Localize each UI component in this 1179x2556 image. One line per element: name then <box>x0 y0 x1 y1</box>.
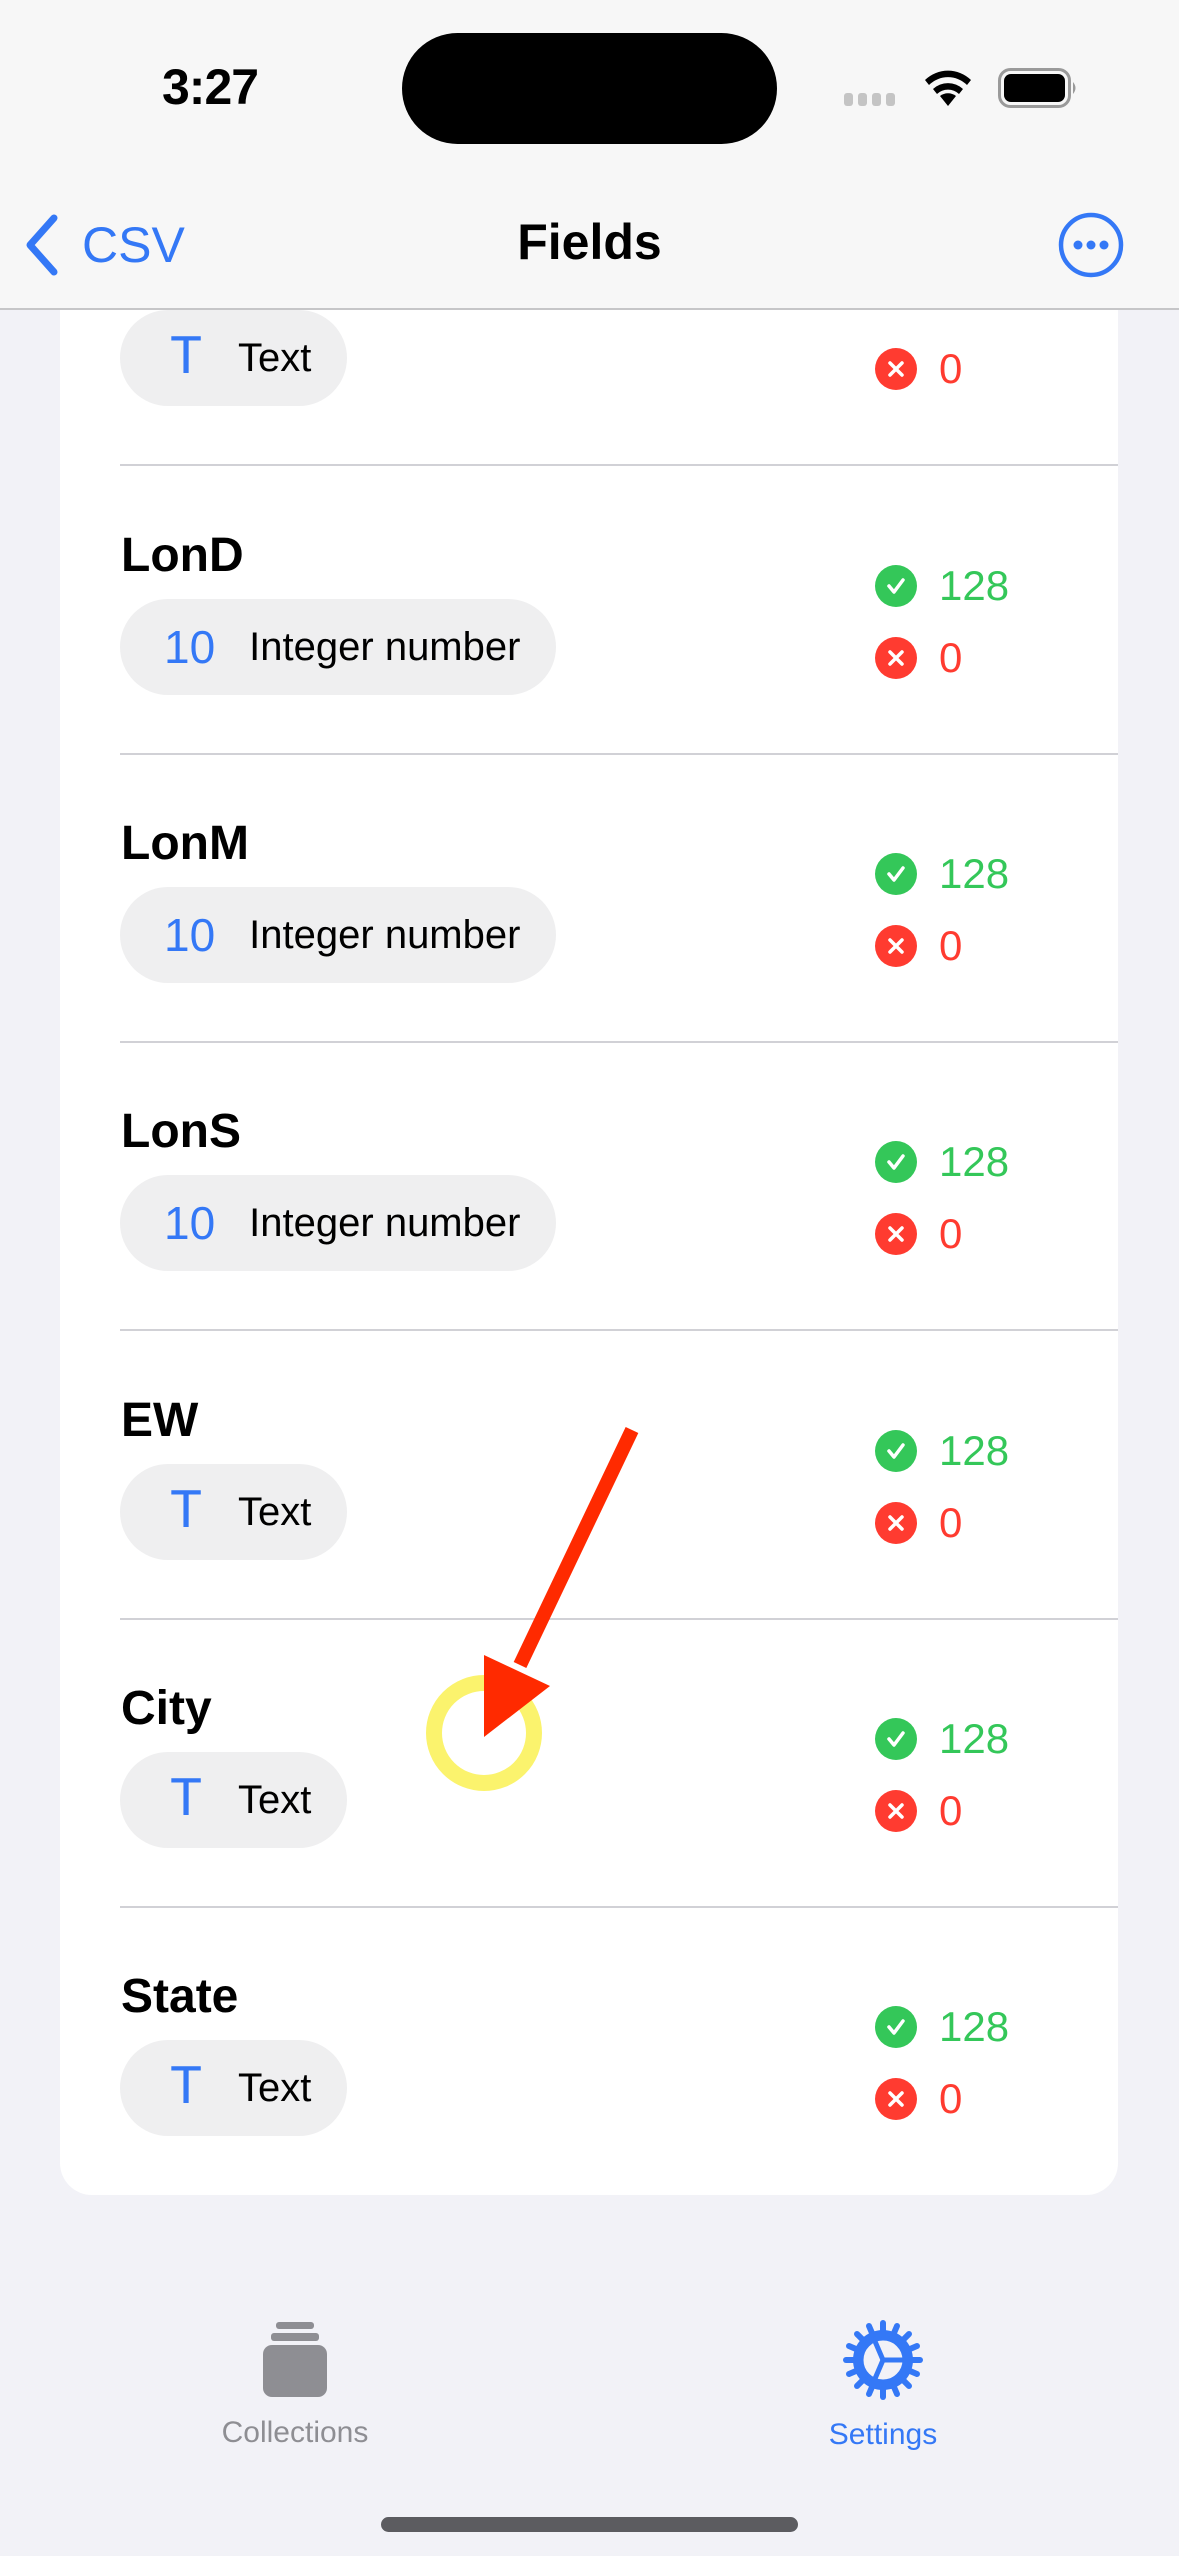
checkmark-circle-icon <box>875 1141 917 1183</box>
status-time: 3:27 <box>162 59 259 115</box>
valid-count: 128 <box>875 550 1009 622</box>
tab-settings[interactable]: Settings <box>753 2320 1013 2452</box>
field-type-pill[interactable]: 10 Integer number <box>120 887 557 983</box>
field-type-pill[interactable]: T Text <box>120 310 348 406</box>
row-divider <box>120 1329 1118 1331</box>
top-bar: 3:27 CSV Fields <box>0 0 1179 310</box>
field-stats: 128 0 <box>875 838 1009 982</box>
x-circle-icon <box>875 1502 917 1544</box>
valid-count: 128 <box>875 1991 1009 2063</box>
field-row[interactable]: LonM 10 Integer number 128 0 <box>60 755 1118 1043</box>
battery-icon <box>998 68 1076 108</box>
field-stats: 0 <box>875 333 962 405</box>
invalid-count: 0 <box>875 910 1009 982</box>
field-stats: 128 0 <box>875 1703 1009 1847</box>
invalid-count: 0 <box>875 1487 1009 1559</box>
field-name: LonD <box>121 529 244 582</box>
x-circle-icon <box>875 348 917 390</box>
x-circle-icon <box>875 1213 917 1255</box>
field-stats: 128 0 <box>875 1415 1009 1559</box>
invalid-count: 0 <box>875 622 1009 694</box>
x-circle-icon <box>875 2078 917 2120</box>
valid-count: 128 <box>875 1703 1009 1775</box>
field-name: State <box>121 1970 239 2023</box>
text-type-icon: T <box>169 326 203 390</box>
field-type-pill[interactable]: T Text <box>120 2040 348 2136</box>
row-divider <box>120 464 1118 466</box>
field-type-label: Integer number <box>249 624 521 669</box>
fields-list: T Text 0 LonD 10 Integer number 128 0 Lo… <box>60 240 1118 2195</box>
x-circle-icon <box>875 1790 917 1832</box>
field-name: LonS <box>121 1105 241 1158</box>
field-row[interactable]: LonS 10 Integer number 128 0 <box>60 1043 1118 1331</box>
invalid-count: 0 <box>875 1198 1009 1270</box>
text-type-icon: T <box>169 1480 203 1544</box>
checkmark-circle-icon <box>875 565 917 607</box>
valid-count: 128 <box>875 1126 1009 1198</box>
text-type-icon: T <box>169 2056 203 2120</box>
field-stats: 128 0 <box>875 1991 1009 2135</box>
field-type-label: Integer number <box>249 1200 521 1245</box>
tab-label: Collections <box>221 2416 369 2449</box>
field-type-pill[interactable]: 10 Integer number <box>120 1175 557 1271</box>
tab-label: Settings <box>828 2418 938 2451</box>
field-name: LonM <box>121 817 249 870</box>
invalid-count: 0 <box>875 333 962 405</box>
wifi-icon <box>925 70 971 106</box>
field-type-pill[interactable]: 10 Integer number <box>120 599 557 695</box>
field-type-pill[interactable]: T Text <box>120 1464 348 1560</box>
integer-type-icon: 10 <box>164 621 216 673</box>
checkmark-circle-icon <box>875 2006 917 2048</box>
field-type-label: Text <box>238 2065 312 2110</box>
text-type-icon: T <box>169 1768 203 1832</box>
gear-icon <box>843 2320 923 2400</box>
integer-type-icon: 10 <box>164 1197 216 1249</box>
field-type-label: Integer number <box>249 912 521 957</box>
page-title: Fields <box>517 214 662 270</box>
home-indicator[interactable] <box>381 2517 798 2532</box>
ellipsis-circle-icon[interactable] <box>1057 211 1125 279</box>
valid-count: 128 <box>875 1415 1009 1487</box>
collections-icon <box>263 2322 327 2397</box>
field-type-label: Text <box>238 1777 312 1822</box>
checkmark-circle-icon <box>875 1718 917 1760</box>
field-row[interactable]: City T Text 128 0 <box>60 1620 1118 1908</box>
invalid-count: 0 <box>875 2063 1009 2135</box>
signal-icon <box>844 93 895 106</box>
field-row[interactable]: LonD 10 Integer number 128 0 <box>60 467 1118 755</box>
field-name: City <box>121 1682 212 1735</box>
field-type-label: Text <box>238 1489 312 1534</box>
field-stats: 128 0 <box>875 550 1009 694</box>
checkmark-circle-icon <box>875 853 917 895</box>
valid-count: 128 <box>875 838 1009 910</box>
checkmark-circle-icon <box>875 1430 917 1472</box>
field-stats: 128 0 <box>875 1126 1009 1270</box>
field-name: EW <box>121 1394 199 1447</box>
x-circle-icon <box>875 925 917 967</box>
field-row[interactable]: State T Text 128 0 <box>60 1908 1118 2195</box>
integer-type-icon: 10 <box>164 909 216 961</box>
x-circle-icon <box>875 637 917 679</box>
field-row[interactable]: EW T Text 128 0 <box>60 1332 1118 1620</box>
field-type-pill[interactable]: T Text <box>120 1752 348 1848</box>
tab-collections[interactable]: Collections <box>165 2320 425 2450</box>
tab-bar: Collections Settings <box>0 2250 1179 2556</box>
invalid-count: 0 <box>875 1775 1009 1847</box>
dynamic-island <box>402 33 777 144</box>
field-type-label: Text <box>238 335 312 380</box>
